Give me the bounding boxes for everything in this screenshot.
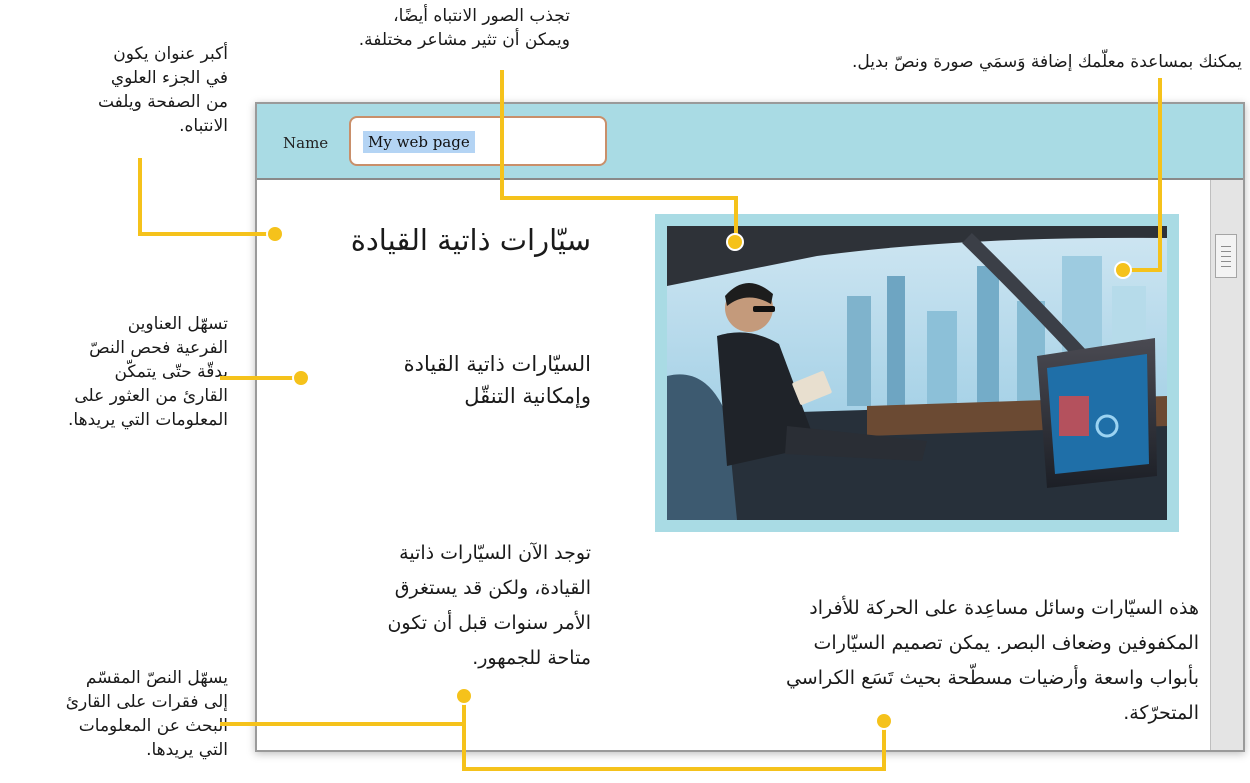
name-label: Name bbox=[283, 134, 329, 152]
paragraph1-marker bbox=[455, 687, 473, 705]
paragraph2-marker bbox=[875, 712, 893, 730]
page-subheading: السيّارات ذاتية القيادة وإمكانية التنقّل bbox=[403, 352, 591, 408]
subheading-leader bbox=[220, 376, 298, 380]
vertical-scrollbar[interactable] bbox=[1210, 180, 1243, 750]
paragraph-leader-bottom bbox=[462, 767, 886, 771]
subheading-marker bbox=[292, 369, 310, 387]
image-leader-horizontal bbox=[500, 196, 738, 200]
scrollbar-thumb[interactable] bbox=[1215, 234, 1237, 278]
heading-leader-vertical bbox=[138, 158, 142, 236]
alt-leader-vertical bbox=[1158, 78, 1162, 272]
heading-marker bbox=[266, 225, 284, 243]
page-heading: سيّارات ذاتية القيادة bbox=[350, 223, 591, 257]
paragraph1-leader-vertical bbox=[462, 694, 466, 770]
image-marker bbox=[726, 233, 744, 251]
name-input-value[interactable]: My web page bbox=[363, 131, 475, 153]
heading-leader-horizontal bbox=[138, 232, 272, 236]
self-driving-car-image bbox=[667, 226, 1167, 520]
name-input[interactable]: My web page bbox=[349, 116, 607, 166]
paragraph-leader-left bbox=[220, 722, 466, 726]
paragraph-1: توجد الآن السيّارات ذاتية القيادة، ولكن … bbox=[387, 542, 591, 669]
car-interior-illustration bbox=[667, 226, 1167, 520]
page-header-bar: Name My web page bbox=[257, 104, 1243, 180]
image-frame bbox=[655, 214, 1179, 532]
paragraph-2: هذه السيّارات وسائل مساعِدة على الحركة ل… bbox=[785, 597, 1199, 724]
alt-marker bbox=[1114, 261, 1132, 279]
image-leader-top bbox=[500, 70, 504, 198]
alt-leader-horizontal bbox=[1128, 268, 1162, 272]
image-annotation: تجذب الصور الانتباه أيضًا، ويمكن أن تثير… bbox=[358, 6, 570, 50]
paragraph-annotation: يسهّل النصّ المقسّم إلى فقرات على القارئ… bbox=[65, 668, 228, 760]
heading-annotation: أكبر عنوان يكون في الجزء العلوي من الصفح… bbox=[97, 44, 228, 136]
alt-text-annotation: يمكنك بمساعدة معلّمك إضافة وَسمَي صورة و… bbox=[852, 52, 1242, 72]
subheading-annotation: تسهّل العناوين الفرعية فحص النصّ بدقّة ح… bbox=[68, 314, 228, 430]
browser-window: Name My web page سيّارات ذاتية القيادة ا… bbox=[255, 102, 1245, 752]
